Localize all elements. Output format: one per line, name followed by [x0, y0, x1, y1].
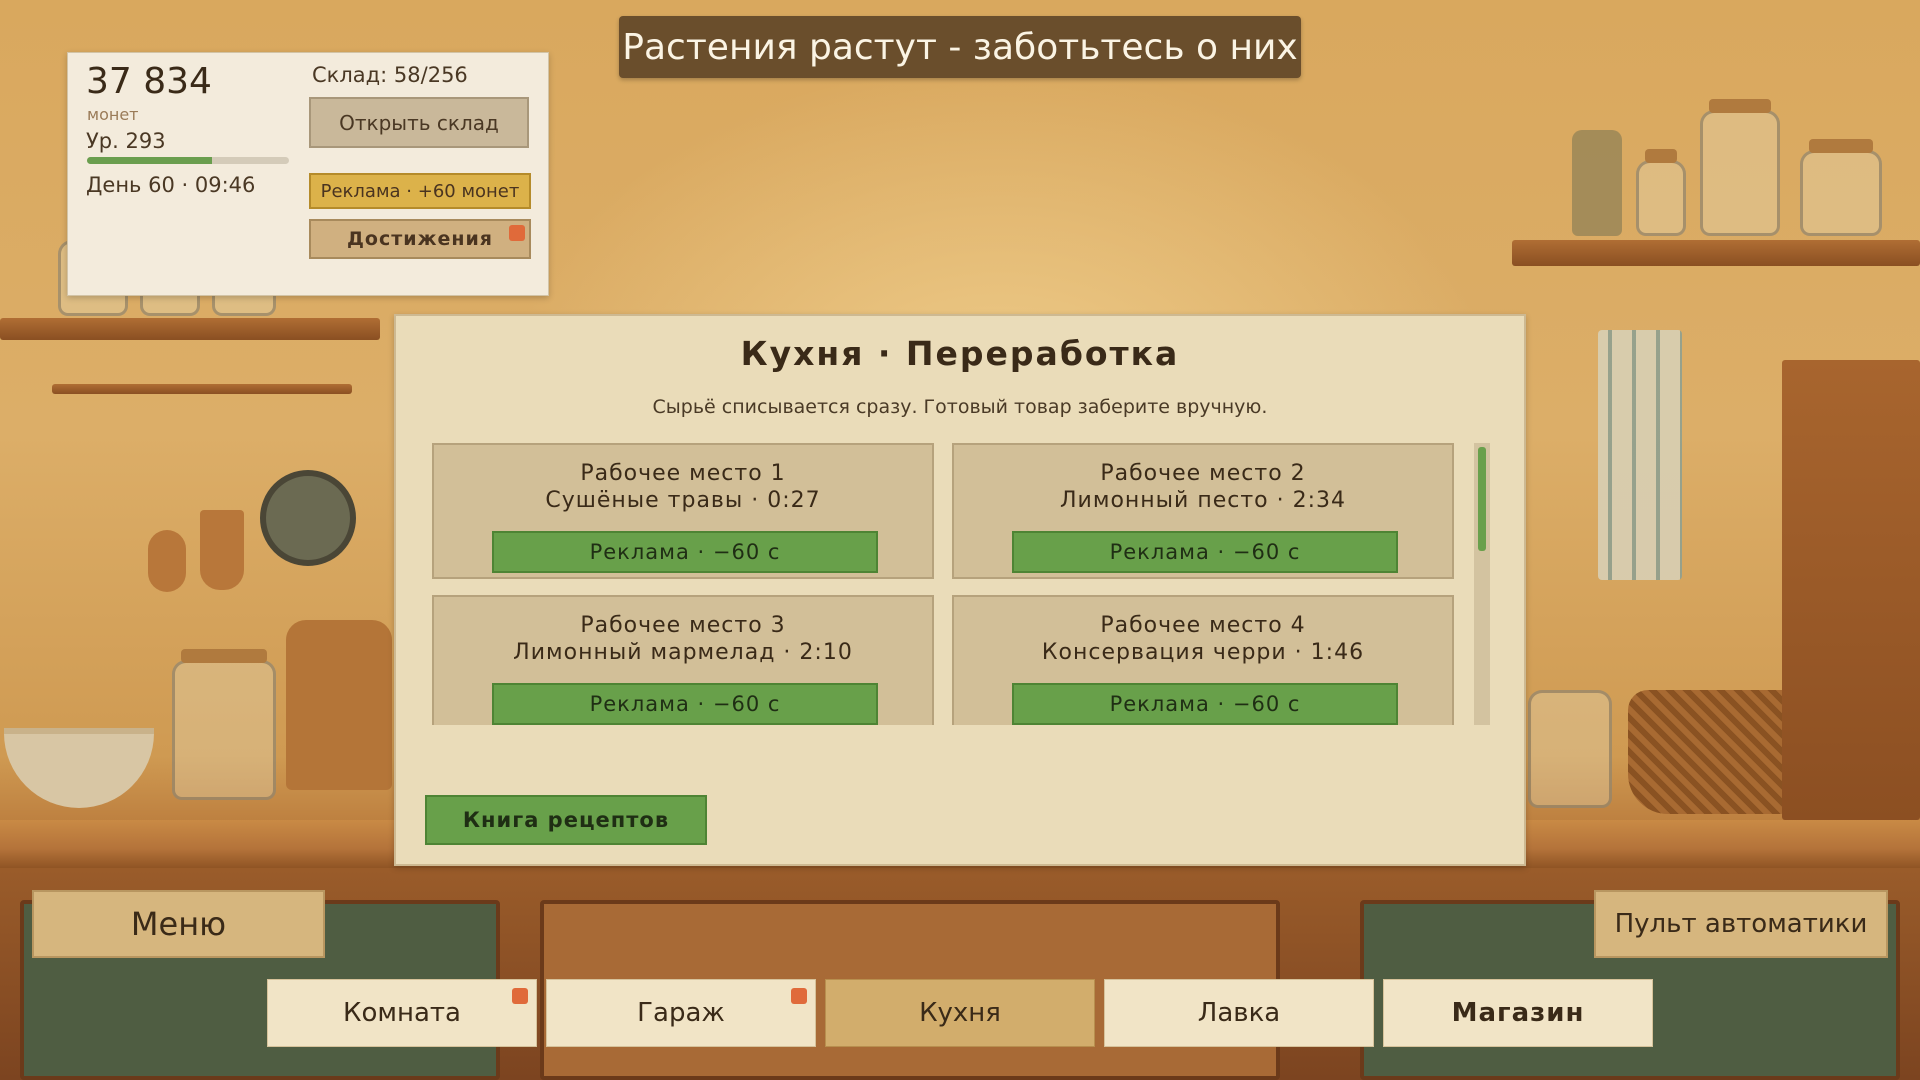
- notification-banner: Растения растут - заботьтесь о них: [619, 16, 1301, 78]
- tab-label: Кухня: [919, 998, 1001, 1028]
- scrollbar-thumb[interactable]: [1478, 447, 1486, 551]
- panel-subtitle: Сырьё списывается сразу. Готовый товар з…: [652, 396, 1268, 418]
- workstation-title: Рабочее место 2: [1100, 461, 1306, 486]
- tab-label: Комната: [343, 998, 461, 1028]
- workstation-title: Рабочее место 1: [580, 461, 786, 486]
- open-storage-button[interactable]: Открыть склад: [309, 97, 529, 148]
- right-cabinet: [1782, 360, 1920, 820]
- wooden-spoon-icon: [148, 530, 186, 592]
- ad-speedup-button[interactable]: Реклама · −60 с: [492, 531, 878, 573]
- right-shelf: [1512, 240, 1920, 266]
- tab-room[interactable]: Комната: [267, 979, 537, 1047]
- stations-scroll-area[interactable]: Рабочее место 1 Сушёные травы · 0:27 Рек…: [432, 443, 1474, 725]
- notification-dot-icon: [791, 988, 807, 1004]
- ad-speedup-button[interactable]: Реклама · −60 с: [492, 683, 878, 725]
- workstation-card: Рабочее место 2 Лимонный песто · 2:34 Ре…: [952, 443, 1454, 579]
- workstation-job: Консервация черри · 1:46: [1041, 640, 1365, 665]
- tab-stall[interactable]: Лавка: [1104, 979, 1374, 1047]
- ad-speedup-button[interactable]: Реклама · −60 с: [1012, 683, 1398, 725]
- workstation-card: Рабочее место 3 Лимонный мармелад · 2:10…: [432, 595, 934, 725]
- left-shelf: [0, 318, 380, 340]
- kitchen-panel: Кухня · Переработка Сырьё списывается ср…: [394, 314, 1526, 866]
- menu-button[interactable]: Меню: [32, 890, 325, 958]
- automation-panel-button[interactable]: Пульт автоматики: [1594, 890, 1888, 958]
- workstation-card: Рабочее место 4 Консервация черри · 1:46…: [952, 595, 1454, 725]
- xp-progress-bar: [87, 157, 289, 164]
- status-panel: 37 834 монет Ур. 293 День 60 · 09:46 Скл…: [67, 52, 549, 296]
- left-rail: [52, 384, 352, 394]
- tab-label: Лавка: [1197, 998, 1281, 1028]
- recipe-book-button[interactable]: Книга рецептов: [425, 795, 707, 845]
- workstation-title: Рабочее место 3: [580, 613, 786, 638]
- xp-progress-fill: [87, 157, 213, 164]
- wooden-spoon-icon: [200, 510, 244, 590]
- stations-scrollbar[interactable]: [1474, 443, 1490, 725]
- ad-speedup-button[interactable]: Реклама · −60 с: [1012, 531, 1398, 573]
- achievements-label: Достижения: [347, 228, 493, 250]
- panel-title: Кухня · Переработка: [740, 334, 1180, 373]
- jar-icon: [1800, 139, 1882, 236]
- storage-capacity: Склад: 58/256: [312, 63, 468, 87]
- workstation-title: Рабочее место 4: [1100, 613, 1306, 638]
- utensil-jar-icon: [1528, 690, 1612, 808]
- jar-icon: [1700, 99, 1780, 236]
- towel-icon: [1598, 330, 1682, 580]
- cutting-board-icon: [286, 620, 392, 790]
- jar-icon: [1636, 149, 1686, 236]
- bowl-icon: [4, 728, 154, 808]
- frying-pan-icon: [260, 470, 356, 566]
- notification-dot-icon: [512, 988, 528, 1004]
- tab-garage[interactable]: Гараж: [546, 979, 816, 1047]
- workstation-job: Лимонный песто · 2:34: [1060, 488, 1346, 513]
- workstation-job: Лимонный мармелад · 2:10: [513, 640, 853, 665]
- tab-label: Гараж: [637, 998, 725, 1028]
- workstation-card: Рабочее место 1 Сушёные травы · 0:27 Рек…: [432, 443, 934, 579]
- coin-balance: 37 834: [86, 61, 212, 102]
- tab-label: Магазин: [1451, 998, 1585, 1028]
- player-level: Ур. 293: [86, 129, 166, 153]
- coin-label: монет: [87, 105, 139, 124]
- notification-dot-icon: [509, 225, 525, 241]
- achievements-button[interactable]: Достижения: [309, 219, 531, 259]
- jar-icon: [172, 649, 276, 800]
- tab-shop[interactable]: Магазин: [1383, 979, 1653, 1047]
- day-time: День 60 · 09:46: [86, 173, 256, 197]
- ad-coins-button[interactable]: Реклама · +60 монет: [309, 173, 531, 209]
- workstation-job: Сушёные травы · 0:27: [545, 488, 821, 513]
- tab-kitchen[interactable]: Кухня: [825, 979, 1095, 1047]
- bottle-icon: [1572, 130, 1622, 236]
